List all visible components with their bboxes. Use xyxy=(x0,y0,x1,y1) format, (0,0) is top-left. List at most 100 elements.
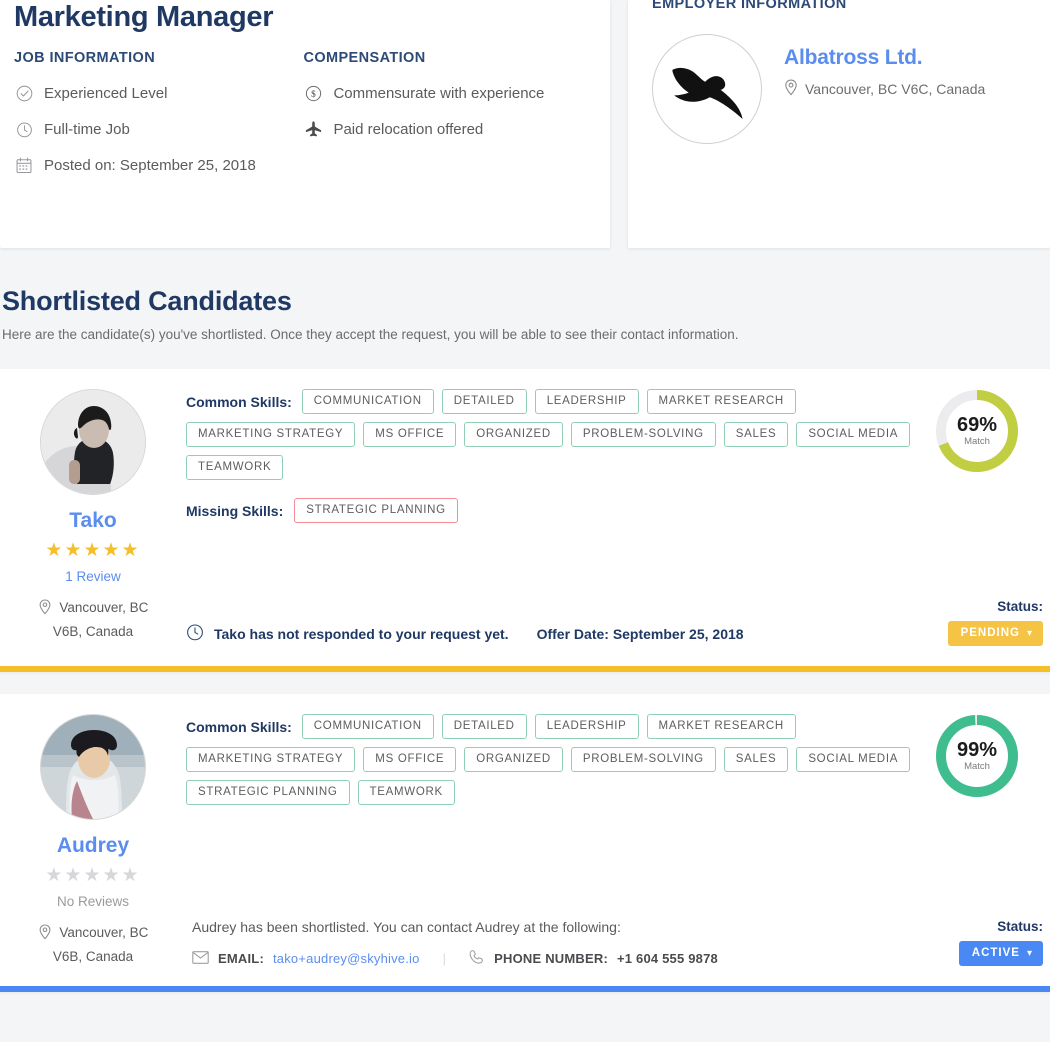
job-info-level-text: Experienced Level xyxy=(44,85,168,102)
candidate-status-note: Tako has not responded to your request y… xyxy=(186,623,744,644)
missing-skills-label: Missing Skills: xyxy=(186,502,284,519)
missing-skills-row: Missing Skills: STRATEGIC PLANNING xyxy=(186,498,930,523)
dollar-circle-icon: $ xyxy=(303,83,323,104)
vertical-divider: | xyxy=(442,951,447,966)
match-percent: 69% xyxy=(956,414,998,436)
skill-chip[interactable]: MARKET RESEARCH xyxy=(646,389,796,414)
page-title: Marketing Manager xyxy=(14,1,274,33)
shortlist-header: Shortlisted Candidates Here are the cand… xyxy=(0,258,1050,342)
skill-chip[interactable]: ORGANIZED xyxy=(464,422,563,447)
review-count-label: No Reviews xyxy=(56,894,130,909)
candidate-profile-column: Audrey ★★★★★ No Reviews Vancouver, BC V6… xyxy=(0,694,186,986)
status-control: Status: ACTIVE ▾ xyxy=(958,919,1043,966)
skill-chip[interactable]: LEADERSHIP xyxy=(534,714,639,739)
skill-chip[interactable]: COMMUNICATION xyxy=(301,389,434,414)
skill-chip[interactable]: MS OFFICE xyxy=(363,422,457,447)
skill-chip[interactable]: PROBLEM-SOLVING xyxy=(570,747,716,772)
match-label: Match xyxy=(964,436,990,447)
common-skills-row: Common Skills: COMMUNICATION DETAILED LE… xyxy=(186,714,930,805)
skill-chip[interactable]: ORGANIZED xyxy=(464,747,563,772)
skill-chip[interactable]: DETAILED xyxy=(441,389,527,414)
job-information-column: JOB INFORMATION Experienced Level Full-t… xyxy=(14,50,303,191)
status-badge[interactable]: PENDING ▾ xyxy=(947,621,1043,646)
status-badge[interactable]: ACTIVE ▾ xyxy=(958,941,1043,966)
job-info-item-posted: Posted on: September 25, 2018 xyxy=(14,155,303,176)
job-info-type-text: Full-time Job xyxy=(44,121,130,138)
skill-chip[interactable]: SALES xyxy=(723,747,789,772)
job-info-posted-text: Posted on: September 25, 2018 xyxy=(44,157,256,174)
skill-chip[interactable]: COMMUNICATION xyxy=(301,714,434,739)
phone-label: PHONE NUMBER: xyxy=(494,951,608,966)
compensation-salary-text: Commensurate with experience xyxy=(333,85,545,102)
review-count-link[interactable]: 1 Review xyxy=(0,569,186,584)
avatar[interactable] xyxy=(40,389,146,495)
email-label: EMAIL: xyxy=(218,951,264,966)
compensation-item-relocation: Paid relocation offered xyxy=(303,119,588,140)
candidate-details-column: Common Skills: COMMUNICATION DETAILED LE… xyxy=(186,369,930,666)
airplane-icon xyxy=(303,119,323,140)
skill-chip[interactable]: MARKET RESEARCH xyxy=(646,714,796,739)
employer-information-card: EMPLOYER INFORMATION Albatross Ltd. Vanc… xyxy=(628,0,1050,248)
map-pin-icon xyxy=(784,79,798,99)
status-badge-label: ACTIVE xyxy=(971,947,1020,959)
email-link[interactable]: tako+audrey@skyhive.io xyxy=(273,951,420,966)
status-caption: Status: xyxy=(997,599,1043,614)
skill-chip[interactable]: STRATEGIC PLANNING xyxy=(186,780,350,805)
match-ring: 69% Match xyxy=(933,387,1021,480)
chevron-down-icon: ▾ xyxy=(1026,947,1033,959)
skill-chip[interactable]: SOCIAL MEDIA xyxy=(796,747,911,772)
candidate-name[interactable]: Audrey xyxy=(0,834,186,858)
skill-chip[interactable]: MARKETING STRATEGY xyxy=(186,422,356,447)
candidate-contact-block: Audrey has been shortlisted. You can con… xyxy=(192,919,718,968)
job-information-heading: JOB INFORMATION xyxy=(14,50,156,66)
rating-stars: ★★★★★ xyxy=(45,865,141,886)
compensation-column: COMPENSATION $ Commensurate with experie… xyxy=(303,50,588,191)
skill-chip[interactable]: MS OFFICE xyxy=(363,747,457,772)
map-pin-icon xyxy=(38,924,56,943)
match-label: Match xyxy=(964,761,990,772)
clock-icon xyxy=(14,119,34,140)
skill-chip[interactable]: SALES xyxy=(723,422,789,447)
candidate-match-column: 69% Match Status: PENDING ▾ xyxy=(930,369,1050,666)
status-note-text: Tako has not responded to your request y… xyxy=(214,625,509,642)
skill-chip[interactable]: LEADERSHIP xyxy=(534,389,639,414)
job-info-item-type: Full-time Job xyxy=(14,119,303,140)
candidate-location-line2: V6B, Canada xyxy=(52,949,134,964)
compensation-relocation-text: Paid relocation offered xyxy=(333,121,484,138)
skill-chip[interactable]: SOCIAL MEDIA xyxy=(796,422,911,447)
candidate-location: Vancouver, BC V6B, Canada xyxy=(0,922,186,967)
candidate-card: Audrey ★★★★★ No Reviews Vancouver, BC V6… xyxy=(0,694,1050,992)
envelope-icon xyxy=(192,950,209,967)
check-circle-icon xyxy=(14,83,34,104)
common-skills-row: Common Skills: COMMUNICATION DETAILED LE… xyxy=(186,389,930,480)
status-badge-label: PENDING xyxy=(960,627,1020,639)
employer-location: Vancouver, BC V6C, Canada xyxy=(784,79,985,99)
compensation-item-salary: $ Commensurate with experience xyxy=(303,83,588,104)
avatar[interactable] xyxy=(40,714,146,820)
page-root: Marketing Manager JOB INFORMATION Experi… xyxy=(0,0,1050,1042)
skill-chip[interactable]: MARKETING STRATEGY xyxy=(186,747,356,772)
albatross-bird-logo xyxy=(652,34,762,144)
job-overview-row: Marketing Manager JOB INFORMATION Experi… xyxy=(0,0,1050,258)
candidate-location-line1: Vancouver, BC xyxy=(59,925,149,940)
shortlist-title: Shortlisted Candidates xyxy=(2,286,292,316)
job-info-item-level: Experienced Level xyxy=(14,83,303,104)
skill-chip[interactable]: PROBLEM-SOLVING xyxy=(570,422,716,447)
common-skills-label: Common Skills: xyxy=(186,718,292,735)
candidate-details-column: Common Skills: COMMUNICATION DETAILED LE… xyxy=(186,694,930,986)
employer-name[interactable]: Albatross Ltd. xyxy=(784,46,985,70)
skill-chip[interactable]: DETAILED xyxy=(441,714,527,739)
svg-text:$: $ xyxy=(311,89,316,100)
compensation-heading: COMPENSATION xyxy=(303,50,426,66)
candidate-name[interactable]: Tako xyxy=(0,509,186,533)
match-percent: 99% xyxy=(956,739,998,761)
candidate-location: Vancouver, BC V6B, Canada xyxy=(0,597,186,642)
phone-value: +1 604 555 9878 xyxy=(616,951,718,966)
skill-chip[interactable]: TEAMWORK xyxy=(357,780,455,805)
missing-skill-chip[interactable]: STRATEGIC PLANNING xyxy=(294,498,458,523)
skill-chip[interactable]: TEAMWORK xyxy=(186,455,284,480)
status-control: Status: PENDING ▾ xyxy=(947,599,1043,646)
contact-lead-text: Audrey has been shortlisted. You can con… xyxy=(192,919,621,935)
candidate-location-line1: Vancouver, BC xyxy=(59,600,149,615)
match-ring: 99% Match xyxy=(933,712,1021,805)
